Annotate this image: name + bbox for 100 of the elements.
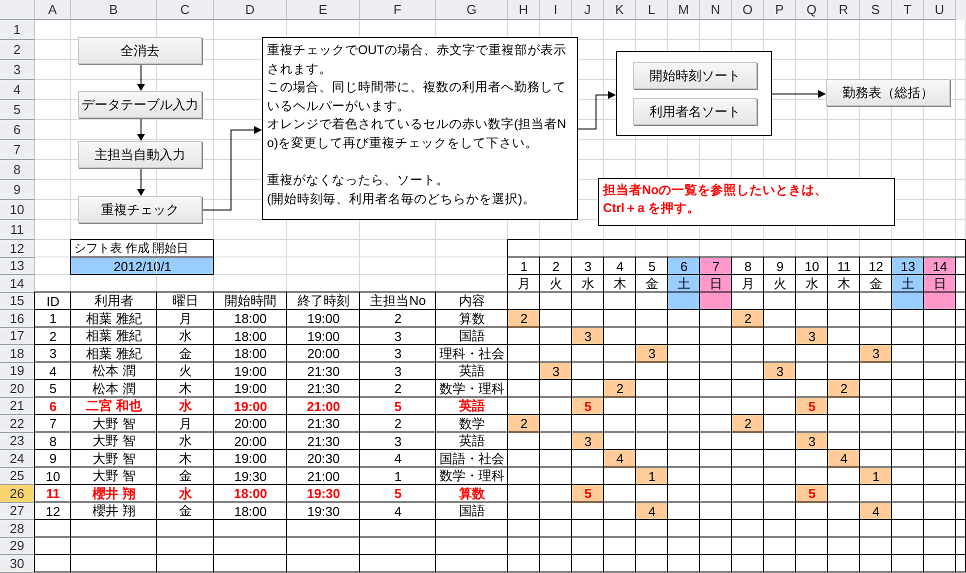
weekday-cell-text: 金 — [644, 275, 660, 292]
row-header[interactable]: 30 — [0, 555, 35, 572]
table-cell-text: 19:30 — [306, 485, 342, 502]
table-cell-text: 9 — [48, 450, 58, 468]
table-cell-text: 水 — [178, 328, 193, 345]
column-header[interactable]: B — [71, 0, 157, 20]
weekday-cell-text: 水 — [580, 275, 596, 292]
row-header[interactable]: 27 — [0, 502, 35, 520]
row-header[interactable]: 25 — [0, 468, 35, 485]
row-header[interactable]: 3 — [0, 60, 35, 80]
row-header[interactable]: 10 — [0, 200, 35, 220]
column-header[interactable]: J — [572, 0, 604, 20]
row-header[interactable]: 19 — [0, 362, 35, 380]
row-header[interactable]: 8 — [0, 160, 35, 180]
table-cell-text: 水 — [178, 398, 193, 415]
shift-cell: 4 — [636, 502, 668, 520]
row-header[interactable]: 12 — [0, 240, 35, 258]
table-cell-text: 12 — [44, 502, 62, 520]
table-cell-text: 木 — [178, 380, 193, 398]
summary-button[interactable]: 勤務表（総括） — [826, 79, 950, 106]
table-cell-text: 2 — [393, 310, 403, 328]
macro-button[interactable]: 主担当自動入力 — [78, 141, 202, 168]
table-cell-text: 20:30 — [306, 450, 341, 468]
date-cell-text: 9 — [775, 258, 785, 275]
column-header[interactable]: L — [636, 0, 668, 20]
column-header[interactable]: I — [540, 0, 572, 20]
table-cell-text: 英語 — [458, 362, 486, 380]
weekday-cell: 日 — [924, 275, 956, 292]
row-header[interactable]: 14 — [0, 275, 35, 292]
shift-cell: 2 — [732, 415, 764, 432]
table-cell-text: 18:00 — [233, 345, 268, 362]
row-header[interactable]: 15 — [0, 292, 35, 310]
column-header[interactable]: C — [157, 0, 214, 20]
row-header[interactable]: 28 — [0, 520, 35, 538]
column-header[interactable]: S — [860, 0, 892, 20]
table-cell-text: 国語 — [458, 328, 486, 345]
row-header[interactable]: 26 — [0, 485, 35, 502]
column-header[interactable]: N — [700, 0, 732, 20]
macro-button[interactable]: データテーブル入力 — [78, 91, 202, 118]
column-header[interactable]: E — [287, 0, 360, 20]
row-header[interactable]: 9 — [0, 180, 35, 200]
row-header[interactable]: 1 — [0, 20, 35, 40]
down-arrow — [137, 118, 145, 141]
table-cell-text: 数学・理科 — [438, 468, 506, 485]
macro-button[interactable]: 重複チェック — [78, 196, 202, 223]
table-cell-text: 21:30 — [306, 432, 341, 450]
table-cell-text: 18:00 — [232, 485, 268, 502]
row-header[interactable]: 7 — [0, 140, 35, 160]
column-header[interactable]: H — [508, 0, 540, 20]
column-header[interactable]: A — [35, 0, 71, 20]
table-cell-text: 19:00 — [233, 362, 268, 380]
date-cell-text: 4 — [615, 258, 625, 275]
row-header[interactable]: 16 — [0, 310, 35, 328]
column-header[interactable]: K — [604, 0, 636, 20]
column-header[interactable]: M — [668, 0, 700, 20]
row-header[interactable]: 22 — [0, 415, 35, 432]
row-header[interactable]: 5 — [0, 100, 35, 120]
row-header[interactable]: 11 — [0, 220, 35, 240]
row-header[interactable]: 29 — [0, 538, 35, 555]
table-cell-text: 3 — [393, 328, 403, 345]
shift-cell: 5 — [796, 398, 828, 415]
date-cell-text: 1 — [519, 258, 529, 275]
column-header[interactable]: O — [732, 0, 764, 20]
row-header[interactable]: 13 — [0, 258, 35, 275]
column-header[interactable]: T — [892, 0, 924, 20]
instruction-text: (開始時刻毎、利用者名毎のどちらかを選択)。 — [267, 190, 536, 208]
table-cell-text: 21:00 — [306, 398, 342, 415]
weekday-cell-text: 月 — [516, 275, 532, 292]
table-cell-text: 11 — [45, 485, 61, 502]
row-header[interactable]: 17 — [0, 328, 35, 345]
column-header[interactable]: U — [924, 0, 956, 20]
column-header[interactable]: Q — [796, 0, 828, 20]
date-cell-text: 12 — [868, 258, 884, 275]
row-header[interactable]: 21 — [0, 398, 35, 415]
table-cell-text: 19:00 — [233, 380, 268, 398]
row-header[interactable]: 6 — [0, 120, 35, 140]
date-cell-text: 2 — [551, 258, 561, 275]
column-header[interactable]: P — [764, 0, 796, 20]
table-cell-text: 金 — [178, 502, 193, 520]
row-header[interactable]: 24 — [0, 450, 35, 468]
table-cell-text: 21:30 — [306, 415, 341, 432]
sort-button[interactable]: 利用者名ソート — [633, 98, 757, 125]
row-header[interactable]: 23 — [0, 432, 35, 450]
table-cell-text: 水 — [178, 432, 193, 450]
column-header[interactable]: D — [214, 0, 287, 20]
shift-cell: 1 — [636, 468, 668, 485]
row-header[interactable]: 18 — [0, 345, 35, 362]
row-header[interactable]: 2 — [0, 40, 35, 60]
shift-cell: 3 — [636, 345, 668, 362]
table-cell-text: 21:30 — [306, 362, 341, 380]
column-header[interactable]: F — [360, 0, 436, 20]
table-cell-text: 櫻井 翔 — [92, 502, 136, 520]
select-all-corner[interactable] — [0, 0, 35, 20]
macro-button[interactable]: 全消去 — [78, 37, 202, 64]
sort-button[interactable]: 開始時刻ソート — [633, 62, 757, 89]
column-header[interactable]: R — [828, 0, 860, 20]
column-header[interactable]: G — [436, 0, 508, 20]
row-header[interactable]: 20 — [0, 380, 35, 398]
column-title: 曜日 — [172, 292, 200, 310]
row-header[interactable]: 4 — [0, 80, 35, 100]
